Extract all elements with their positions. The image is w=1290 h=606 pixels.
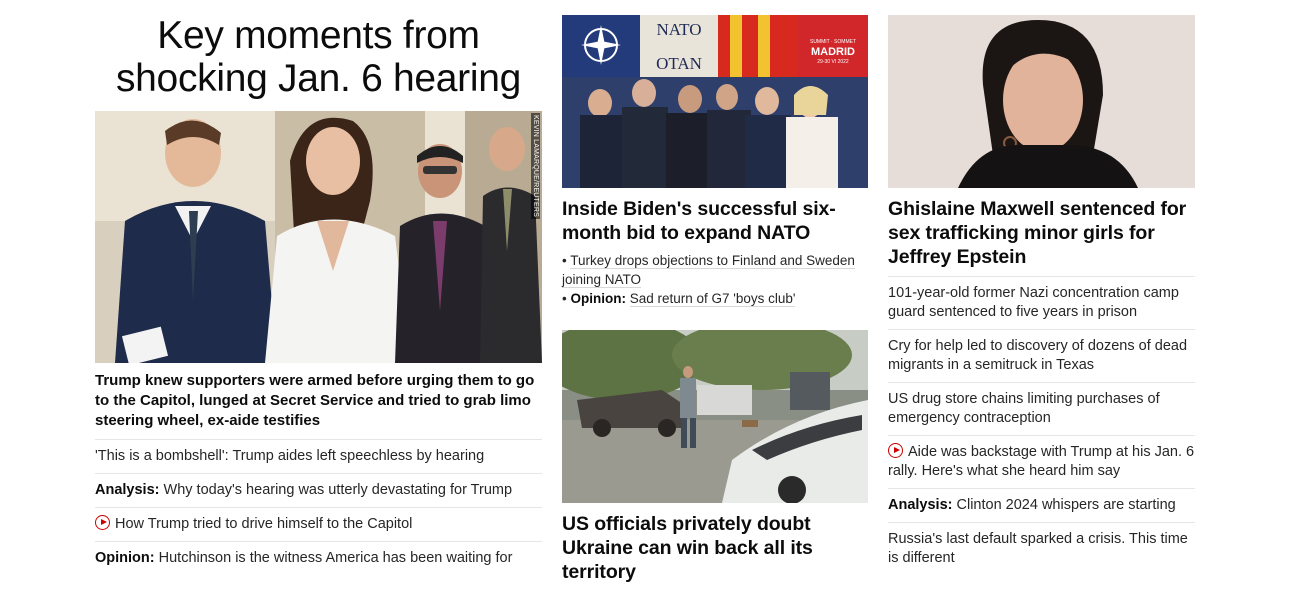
- list-item[interactable]: • Turkey drops objections to Finland and…: [562, 251, 868, 289]
- lead-headline[interactable]: Key moments from shocking Jan. 6 hearing: [95, 14, 542, 110]
- list-item[interactable]: 101-year-old former Nazi concentration c…: [888, 277, 1195, 330]
- list-item-text[interactable]: 'This is a bombshell': Trump aides left …: [95, 448, 484, 464]
- lead-story-link[interactable]: Trump knew supporters were armed before …: [95, 363, 542, 440]
- lead-photo[interactable]: KEVIN LAMARQUE/REUTERS: [95, 111, 542, 363]
- list-item-text[interactable]: Sad return of G7 'boys club': [629, 291, 796, 307]
- opinion-label: Opinion:: [95, 550, 155, 566]
- ukraine-headline[interactable]: US officials privately doubt Ukraine can…: [562, 512, 868, 584]
- summit-date-text: 29-30 VI 2022: [817, 59, 849, 65]
- list-item-text[interactable]: Clinton 2024 whispers are starting: [957, 497, 1176, 513]
- analysis-label: Analysis:: [888, 497, 953, 513]
- play-icon[interactable]: [888, 443, 903, 458]
- list-item[interactable]: Aide was backstage with Trump at his Jan…: [888, 436, 1195, 489]
- list-item-text[interactable]: Hutchinson is the witness America has be…: [159, 550, 513, 566]
- photo-credit: KEVIN LAMARQUE/REUTERS: [531, 113, 540, 220]
- lead-headline-line1[interactable]: Key moments from: [95, 14, 542, 57]
- lead-story-column: Key moments from shocking Jan. 6 hearing: [95, 0, 542, 575]
- list-item-text[interactable]: Turkey drops objections to Finland and S…: [562, 253, 855, 288]
- list-item[interactable]: 'This is a bombshell': Trump aides left …: [95, 440, 542, 474]
- list-item[interactable]: • Opinion: Sad return of G7 'boys club': [562, 289, 868, 308]
- ukraine-photo[interactable]: [562, 330, 868, 503]
- list-item[interactable]: Cry for help led to discovery of dozens …: [888, 330, 1195, 383]
- middle-column: NATO OTAN SUMMIT · SOMMET MADRID 29-30 V…: [562, 0, 868, 584]
- play-icon[interactable]: [95, 515, 110, 530]
- list-item[interactable]: Opinion: Hutchinson is the witness Ameri…: [95, 542, 542, 575]
- list-item-text[interactable]: Russia's last default sparked a crisis. …: [888, 531, 1188, 566]
- list-item-text[interactable]: Cry for help led to discovery of dozens …: [888, 338, 1187, 373]
- list-item-text[interactable]: Why today's hearing was utterly devastat…: [164, 482, 513, 498]
- nato-sign-text: NATO: [656, 20, 701, 39]
- analysis-label: Analysis:: [95, 482, 160, 498]
- lead-headline-line2[interactable]: shocking Jan. 6 hearing: [95, 57, 542, 100]
- summit-sign-text: SUMMIT · SOMMET: [810, 39, 856, 45]
- madrid-sign-text: MADRID: [811, 46, 855, 58]
- maxwell-headline[interactable]: Ghislaine Maxwell sentenced for sex traf…: [888, 197, 1195, 269]
- nato-headline[interactable]: Inside Biden's successful six-month bid …: [562, 197, 868, 245]
- maxwell-photo[interactable]: [888, 15, 1195, 188]
- list-item[interactable]: Analysis: Clinton 2024 whispers are star…: [888, 489, 1195, 523]
- nato-photo[interactable]: NATO OTAN SUMMIT · SOMMET MADRID 29-30 V…: [562, 15, 868, 188]
- right-column: Ghislaine Maxwell sentenced for sex traf…: [888, 0, 1195, 575]
- list-item-text[interactable]: How Trump tried to drive himself to the …: [115, 516, 412, 532]
- opinion-label: Opinion:: [570, 291, 626, 306]
- lead-related-list: 'This is a bombshell': Trump aides left …: [95, 440, 542, 575]
- nato-related: • Turkey drops objections to Finland and…: [562, 251, 868, 308]
- list-item[interactable]: Analysis: Why today's hearing was utterl…: [95, 474, 542, 508]
- list-item[interactable]: How Trump tried to drive himself to the …: [95, 508, 542, 542]
- list-item-text[interactable]: US drug store chains limiting purchases …: [888, 391, 1160, 426]
- list-item-text[interactable]: Aide was backstage with Trump at his Jan…: [888, 444, 1194, 479]
- list-item[interactable]: US drug store chains limiting purchases …: [888, 383, 1195, 436]
- list-item[interactable]: Russia's last default sparked a crisis. …: [888, 523, 1195, 575]
- otan-sign-text: OTAN: [656, 54, 702, 73]
- list-item-text[interactable]: 101-year-old former Nazi concentration c…: [888, 285, 1179, 320]
- right-related-list: 101-year-old former Nazi concentration c…: [888, 277, 1195, 575]
